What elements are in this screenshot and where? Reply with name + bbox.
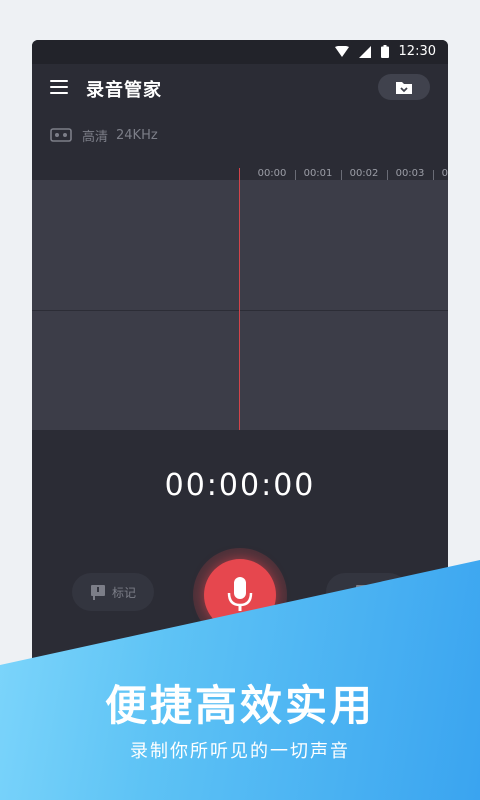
app-bar: 录音管家 xyxy=(32,64,448,112)
elapsed-timer: 00:00:00 xyxy=(164,468,316,503)
quality-indicator: 高清 24KHz xyxy=(50,124,158,146)
folder-download-icon xyxy=(396,81,412,94)
promo-subtitle: 录制你所听见的一切声音 xyxy=(130,741,350,762)
status-time: 12:30 xyxy=(398,44,436,59)
timeline-tick-label: 00:01 xyxy=(303,168,333,179)
menu-icon[interactable] xyxy=(50,80,68,94)
timeline-tick-label: 00:03 xyxy=(395,168,425,179)
promo-headline: 便捷高效实用 xyxy=(104,681,375,730)
timeline-tick-label: 00:04 xyxy=(441,168,448,179)
battery-icon xyxy=(380,45,389,58)
microphone-icon xyxy=(227,577,253,611)
app-title: 录音管家 xyxy=(86,80,162,101)
waveform-center-line xyxy=(32,310,448,311)
timeline-tick-label: 00:02 xyxy=(349,168,379,179)
wifi-icon xyxy=(334,46,349,57)
flag-icon xyxy=(90,585,105,600)
mark-label: 标记 xyxy=(111,585,136,600)
waveform-area[interactable] xyxy=(32,180,448,430)
sample-rate: 24KHz xyxy=(116,127,158,143)
recordings-folder-button[interactable] xyxy=(378,74,430,100)
status-bar: 12:30 xyxy=(32,40,448,64)
timeline-tick-label: 00:00 xyxy=(257,168,287,179)
mark-button[interactable]: 标记 xyxy=(72,573,154,611)
signal-icon xyxy=(358,45,371,58)
playhead xyxy=(239,168,240,430)
cassette-icon xyxy=(50,128,72,142)
quality-label: 高清 xyxy=(82,129,109,145)
